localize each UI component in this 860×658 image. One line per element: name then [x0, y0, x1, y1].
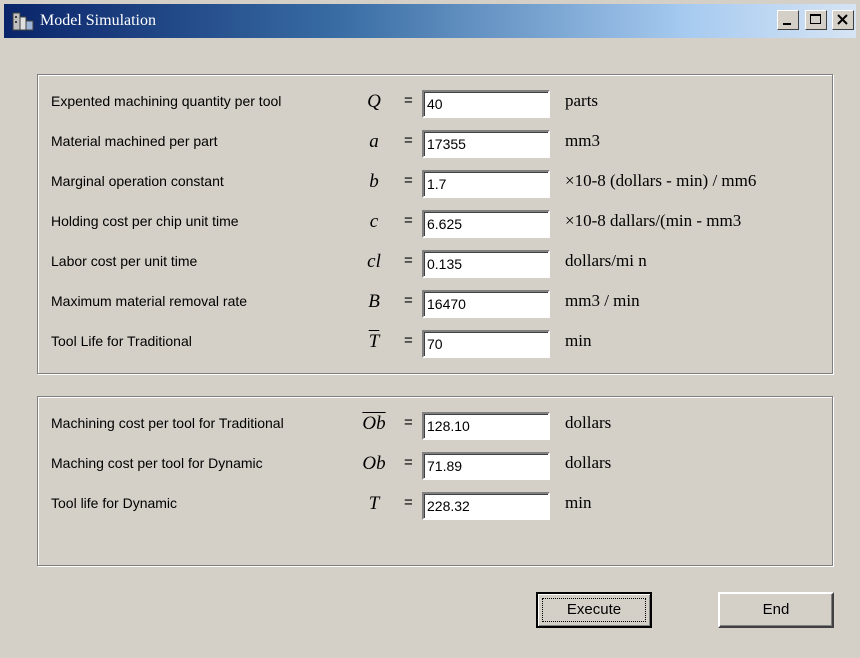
- symbol-b: b: [369, 171, 379, 192]
- row-max-removal-rate: Maximum material removal rate B = mm3 / …: [38, 281, 834, 321]
- end-button[interactable]: End: [718, 592, 834, 628]
- max-removal-rate-input[interactable]: [422, 290, 550, 318]
- symbol-cl: cl: [367, 251, 381, 272]
- minimize-icon: [783, 23, 792, 25]
- cost-traditional-output[interactable]: [422, 412, 550, 440]
- symbol-c: c: [369, 211, 379, 232]
- row-tool-life-dynamic: Tool life for Dynamic T = min: [38, 483, 834, 523]
- row-marginal-operation-constant: Marginal operation constant b = ×10-8 (d…: [38, 161, 834, 201]
- focus-rectangle: [542, 598, 646, 622]
- row-material-per-part: Material machined per part a = mm3: [38, 121, 834, 161]
- equals-sign: =: [404, 92, 413, 109]
- equals-sign: =: [404, 292, 413, 309]
- tool-life-dynamic-output[interactable]: [422, 492, 550, 520]
- window-title: Model Simulation: [40, 12, 156, 29]
- row-machining-quantity: Expented machining quantity per tool Q =…: [38, 81, 834, 121]
- maximize-icon: [809, 14, 821, 24]
- row-cost-dynamic: Maching cost per tool for Dynamic Ob = d…: [38, 443, 834, 483]
- symbol-ob: Ob: [362, 453, 386, 474]
- end-button-label: End: [762, 601, 790, 618]
- unit-dollars-per-min: dollars/mi n: [565, 251, 647, 270]
- cost-dynamic-output[interactable]: [422, 452, 550, 480]
- execute-button[interactable]: Execute: [536, 592, 652, 628]
- equals-sign: =: [404, 454, 413, 471]
- app-icon: [12, 12, 34, 31]
- labor-cost-input[interactable]: [422, 250, 550, 278]
- symbol-ob-bar: Ob: [362, 413, 386, 434]
- unit-min: min: [565, 493, 592, 512]
- equals-sign: =: [404, 172, 413, 189]
- unit-dollars-min-per-mm6: ×10-8 (dollars - min) / mm6: [565, 171, 757, 190]
- label-marginal-operation-constant: Marginal operation constant: [51, 173, 224, 189]
- symbol-q: Q: [367, 91, 381, 112]
- results-group: Machining cost per tool for Traditional …: [37, 396, 833, 566]
- label-machining-quantity: Expented machining quantity per tool: [51, 93, 282, 109]
- equals-sign: =: [404, 414, 413, 431]
- equals-sign: =: [404, 132, 413, 149]
- unit-parts: parts: [565, 91, 599, 110]
- close-button[interactable]: [832, 10, 854, 30]
- window-controls: [776, 10, 854, 32]
- symbol-a: a: [369, 131, 379, 152]
- label-material-per-part: Material machined per part: [51, 133, 218, 149]
- maximize-button[interactable]: [804, 10, 827, 30]
- input-parameters-group: Expented machining quantity per tool Q =…: [37, 74, 833, 374]
- symbol-t-bar: T: [368, 331, 380, 352]
- label-tool-life-traditional: Tool Life for Traditional: [51, 333, 192, 349]
- equals-sign: =: [404, 252, 413, 269]
- equals-sign: =: [404, 212, 413, 229]
- machining-quantity-input[interactable]: [422, 90, 550, 118]
- label-cost-traditional: Machining cost per tool for Traditional: [51, 415, 284, 431]
- unit-min: min: [565, 331, 592, 350]
- label-labor-cost: Labor cost per unit time: [51, 253, 198, 269]
- row-holding-cost: Holding cost per chip unit time c = ×10-…: [38, 201, 834, 241]
- unit-dallars-per-min-mm3: ×10-8 dallars/(min - mm3: [565, 211, 742, 230]
- equals-sign: =: [404, 332, 413, 349]
- label-tool-life-dynamic: Tool life for Dynamic: [51, 495, 178, 511]
- marginal-operation-constant-input[interactable]: [422, 170, 550, 198]
- close-icon: [837, 14, 848, 25]
- model-simulation-window: Model Simulation Expented machining quan…: [0, 0, 860, 658]
- row-labor-cost: Labor cost per unit time cl = dollars/mi…: [38, 241, 834, 281]
- symbol-capital-b: B: [368, 291, 380, 312]
- tool-life-traditional-input[interactable]: [422, 330, 550, 358]
- unit-mm3-per-min: mm3 / min: [565, 291, 640, 310]
- title-bar[interactable]: Model Simulation: [4, 4, 856, 38]
- minimize-button[interactable]: [777, 10, 800, 30]
- row-tool-life-traditional: Tool Life for Traditional T = min: [38, 321, 834, 361]
- holding-cost-input[interactable]: [422, 210, 550, 238]
- unit-dollars: dollars: [565, 413, 612, 432]
- equals-sign: =: [404, 494, 413, 511]
- label-holding-cost: Holding cost per chip unit time: [51, 213, 239, 229]
- unit-dollars: dollars: [565, 453, 612, 472]
- row-cost-traditional: Machining cost per tool for Traditional …: [38, 403, 834, 443]
- label-max-removal-rate: Maximum material removal rate: [51, 293, 248, 309]
- material-per-part-input[interactable]: [422, 130, 550, 158]
- unit-mm3: mm3: [565, 131, 600, 150]
- symbol-t: T: [368, 493, 380, 514]
- label-cost-dynamic: Maching cost per tool for Dynamic: [51, 455, 263, 471]
